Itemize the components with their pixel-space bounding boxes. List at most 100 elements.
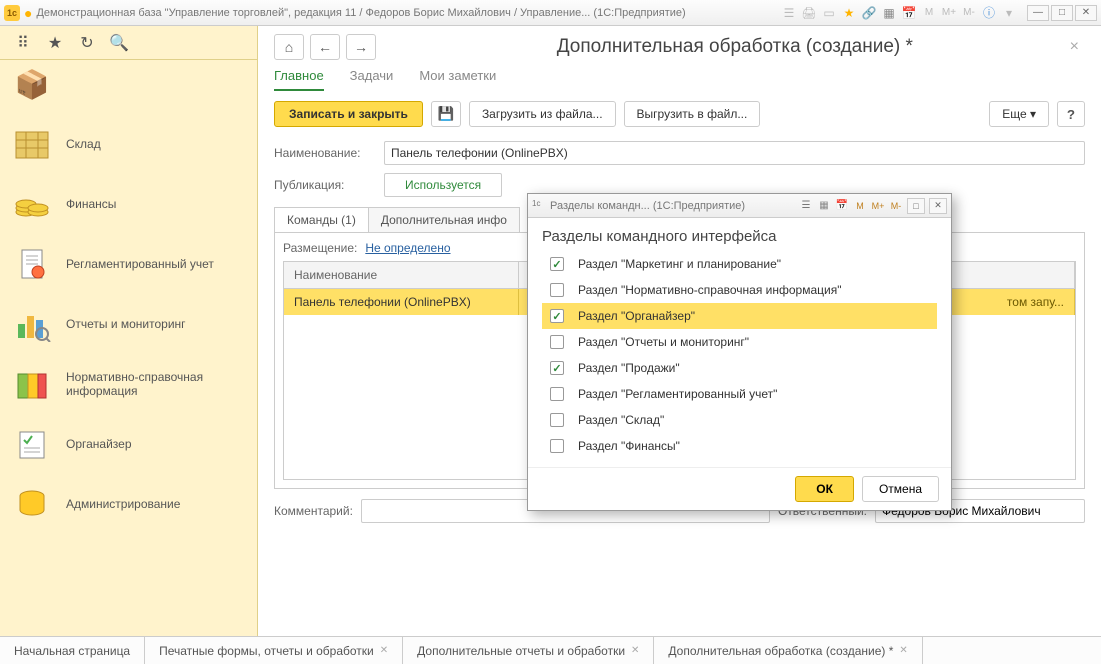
tb-icon-1[interactable]: ☰ [781, 5, 797, 21]
search-icon[interactable]: 🔍 [110, 34, 128, 52]
tb-calendar-icon[interactable]: 📅 [901, 5, 917, 21]
tb-mplus-icon[interactable]: M+ [941, 5, 957, 21]
placement-link[interactable]: Не определено [365, 241, 450, 255]
section-label: Раздел "Склад" [578, 413, 664, 427]
save-close-button[interactable]: Записать и закрыть [274, 101, 423, 127]
minimize-button[interactable]: — [1027, 5, 1049, 21]
sections-modal: 1c Разделы командн... (1С:Предприятие) ☰… [527, 193, 952, 511]
sidebar-item-label: Регламентированный учет [66, 257, 249, 271]
window-title: Демонстрационная база "Управление торгов… [36, 7, 777, 19]
sidebar-item-admin[interactable]: Администрирование [0, 474, 257, 534]
tb-print-icon[interactable]: 🖨 [801, 5, 817, 21]
m-icon[interactable]: M [853, 199, 867, 213]
section-label: Раздел "Маркетинг и планирование" [578, 257, 781, 271]
apps-icon[interactable]: ⠿ [14, 34, 32, 52]
sidebar-item-top[interactable]: 📦 [0, 60, 257, 114]
tb-dropdown-icon[interactable]: ▾ [1001, 5, 1017, 21]
sidebar-item-regulated[interactable]: Регламентированный учет [0, 234, 257, 294]
grid-cell-name: Панель телефонии (OnlinePBX) [284, 289, 519, 315]
checkbox[interactable]: ✓ [550, 361, 564, 375]
section-row[interactable]: Раздел "Нормативно-справочная информация… [542, 277, 937, 303]
calendar-icon[interactable]: 📅 [835, 199, 849, 213]
modal-heading: Разделы командного интерфейса [528, 218, 951, 251]
subtab-additional[interactable]: Дополнительная инфо [368, 207, 520, 232]
tb-doc-icon[interactable]: ▭ [821, 5, 837, 21]
modal-maximize-button[interactable]: □ [907, 198, 925, 214]
checkbox[interactable]: ✓ [550, 309, 564, 323]
mminus-icon[interactable]: M- [889, 199, 903, 213]
close-window-button[interactable]: ✕ [1075, 5, 1097, 21]
checkbox[interactable] [550, 413, 564, 427]
help-button[interactable]: ? [1057, 101, 1085, 127]
checkbox[interactable] [550, 387, 564, 401]
section-label: Раздел "Регламентированный учет" [578, 387, 777, 401]
sidebar-item-warehouse[interactable]: Склад [0, 114, 257, 174]
page-tabs: Главное Задачи Мои заметки [258, 60, 1101, 91]
section-row[interactable]: Раздел "Склад" [542, 407, 937, 433]
titlebar: 1c ● Демонстрационная база "Управление т… [0, 0, 1101, 26]
favorite-icon[interactable]: ● [24, 5, 32, 21]
section-row[interactable]: Раздел "Отчеты и мониторинг" [542, 329, 937, 355]
btab-print-forms[interactable]: Печатные формы, отчеты и обработки✕ [145, 637, 403, 664]
name-input[interactable] [384, 141, 1085, 165]
btab-start[interactable]: Начальная страница [0, 637, 145, 664]
load-file-button[interactable]: Загрузить из файла... [469, 101, 616, 127]
tab-notes[interactable]: Мои заметки [419, 68, 496, 91]
home-button[interactable]: ⌂ [274, 34, 304, 60]
checkbox[interactable] [550, 283, 564, 297]
section-label: Раздел "Финансы" [578, 439, 680, 453]
checkbox[interactable] [550, 335, 564, 349]
mini-icon[interactable]: ☰ [799, 199, 813, 213]
close-icon[interactable]: ✕ [380, 645, 388, 656]
cancel-button[interactable]: Отмена [862, 476, 939, 502]
placement-label: Размещение: [283, 241, 357, 255]
toolbar: Записать и закрыть 💾 Загрузить из файла.… [258, 91, 1101, 137]
tab-main[interactable]: Главное [274, 68, 324, 91]
close-icon[interactable]: ✕ [631, 645, 639, 656]
section-row[interactable]: ✓ Раздел "Маркетинг и планирование" [542, 251, 937, 277]
modal-titlebar: 1c Разделы командн... (1С:Предприятие) ☰… [528, 194, 951, 218]
tb-mminus-icon[interactable]: M- [961, 5, 977, 21]
forward-button[interactable]: → [346, 34, 376, 60]
btab-additional-reports[interactable]: Дополнительные отчеты и обработки✕ [403, 637, 654, 664]
export-file-button[interactable]: Выгрузить в файл... [624, 101, 761, 127]
subtab-commands[interactable]: Команды (1) [274, 207, 369, 232]
tb-calc-icon[interactable]: ▦ [881, 5, 897, 21]
btab-current[interactable]: Дополнительная обработка (создание) *✕ [654, 637, 922, 664]
sidebar-item-reports[interactable]: Отчеты и мониторинг [0, 294, 257, 354]
more-button[interactable]: Еще ▾ [989, 101, 1049, 127]
save-button[interactable]: 💾 [431, 101, 461, 127]
close-icon[interactable]: ✕ [899, 645, 907, 656]
calc-icon[interactable]: ▦ [817, 199, 831, 213]
modal-title-text: Разделы командн... (1С:Предприятие) [550, 200, 745, 212]
comment-label: Комментарий: [274, 504, 353, 518]
maximize-button[interactable]: □ [1051, 5, 1073, 21]
ok-button[interactable]: ОК [795, 476, 854, 502]
grid-col-name[interactable]: Наименование [284, 262, 519, 288]
section-row[interactable]: Раздел "Регламентированный учет" [542, 381, 937, 407]
tab-tasks[interactable]: Задачи [350, 68, 394, 91]
modal-body: ✓ Раздел "Маркетинг и планирование" Раздел… [528, 251, 951, 467]
sidebar-item-finance[interactable]: Финансы [0, 174, 257, 234]
section-row[interactable]: ✓Раздел "Органайзер" [542, 303, 937, 329]
checkbox[interactable] [550, 439, 564, 453]
tb-info-icon[interactable]: ⓘ [981, 5, 997, 21]
section-row[interactable]: Раздел "Финансы" [542, 433, 937, 459]
mplus-icon[interactable]: M+ [871, 199, 885, 213]
publication-button[interactable]: Используется [384, 173, 502, 197]
modal-close-button[interactable]: ✕ [929, 198, 947, 214]
section-label: Раздел "Отчеты и мониторинг" [578, 335, 749, 349]
sidebar-item-reference[interactable]: Нормативно-справочная информация [0, 354, 257, 414]
tb-star-icon[interactable]: ★ [841, 5, 857, 21]
back-button[interactable]: ← [310, 34, 340, 60]
tb-link-icon[interactable]: 🔗 [861, 5, 877, 21]
section-row[interactable]: ✓Раздел "Продажи" [542, 355, 937, 381]
history-icon[interactable]: ↻ [78, 34, 96, 52]
chart-icon [8, 304, 56, 344]
checkbox[interactable]: ✓ [550, 257, 564, 271]
name-label: Наименование: [274, 146, 374, 160]
sidebar-item-organizer[interactable]: Органайзер [0, 414, 257, 474]
tb-m-icon[interactable]: M [921, 5, 937, 21]
close-page-button[interactable]: × [1064, 38, 1085, 56]
star-icon[interactable]: ★ [46, 34, 64, 52]
